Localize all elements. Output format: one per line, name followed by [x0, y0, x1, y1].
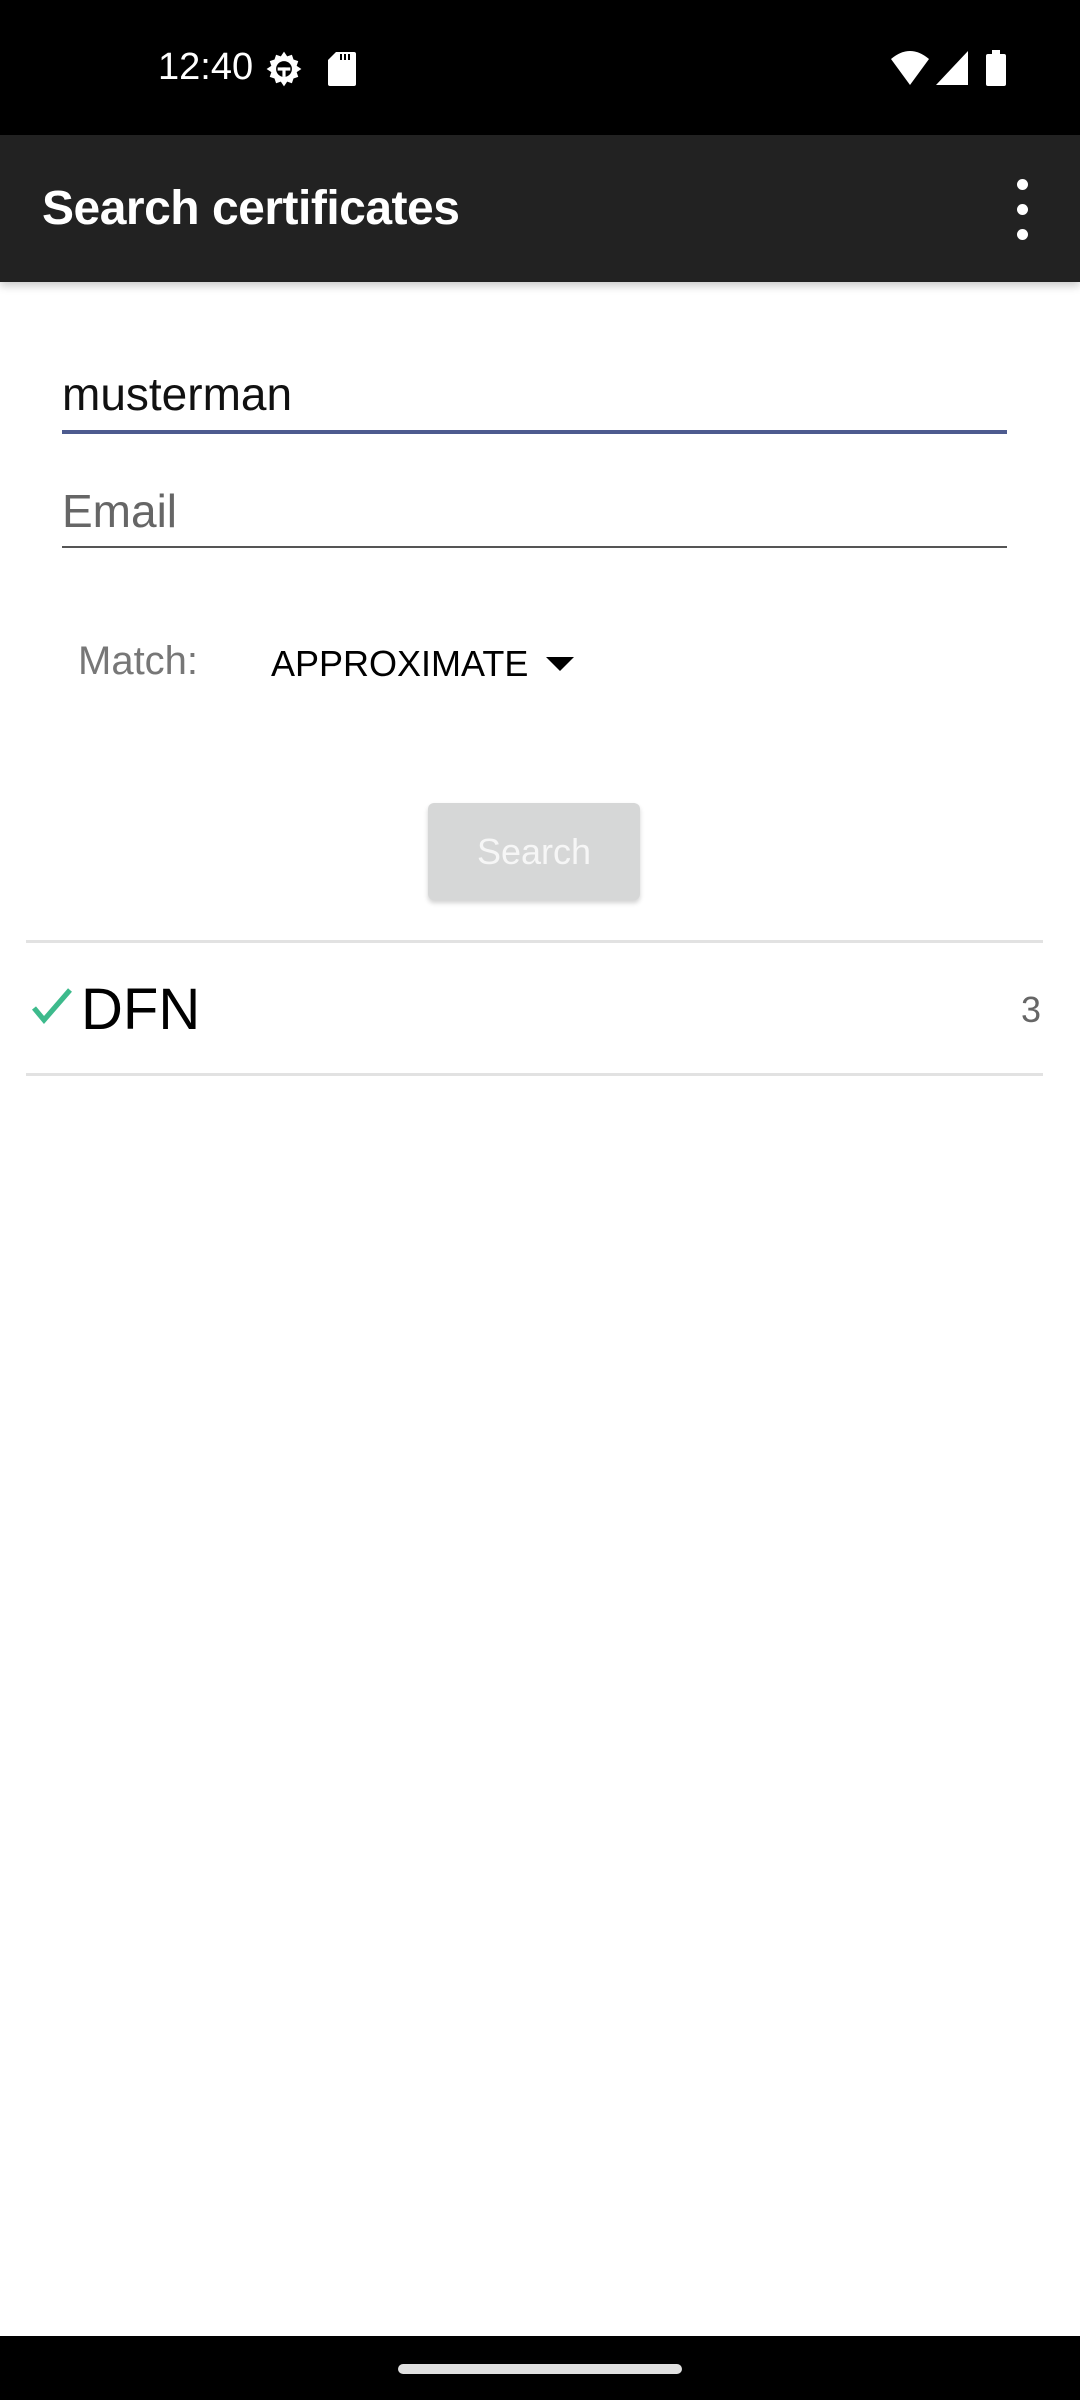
email-input[interactable]: Email — [62, 484, 177, 538]
clock: 12:40 — [158, 46, 254, 88]
match-selected-value: APPROXIMATE — [271, 643, 529, 684]
provider-name: DFN — [81, 977, 201, 1042]
sd-card-icon — [328, 52, 356, 86]
search-button[interactable]: Search — [428, 803, 640, 900]
check-icon — [32, 988, 72, 1024]
battery-icon — [986, 50, 1006, 86]
match-dropdown[interactable]: APPROXIMATE — [271, 642, 575, 686]
wifi-icon — [891, 51, 929, 85]
gear-icon — [266, 51, 302, 87]
divider — [26, 940, 1043, 943]
result-row[interactable]: DFN 3 — [26, 944, 1043, 1074]
email-input-underline — [62, 546, 1007, 548]
dropdown-arrow-icon — [546, 657, 575, 671]
status-bar: 12:40 — [0, 0, 1080, 135]
match-label: Match: — [78, 639, 199, 683]
signal-icon — [936, 51, 968, 85]
navigation-bar — [0, 2336, 1080, 2400]
name-input-underline — [62, 430, 1007, 434]
home-gesture-handle[interactable] — [398, 2364, 682, 2374]
app-bar: Search certificates — [0, 135, 1080, 282]
page-title: Search certificates — [42, 182, 460, 235]
more-options-icon[interactable] — [1006, 175, 1038, 245]
divider — [26, 1073, 1043, 1076]
name-input[interactable]: musterman — [62, 367, 292, 421]
result-count: 3 — [1020, 989, 1041, 1030]
